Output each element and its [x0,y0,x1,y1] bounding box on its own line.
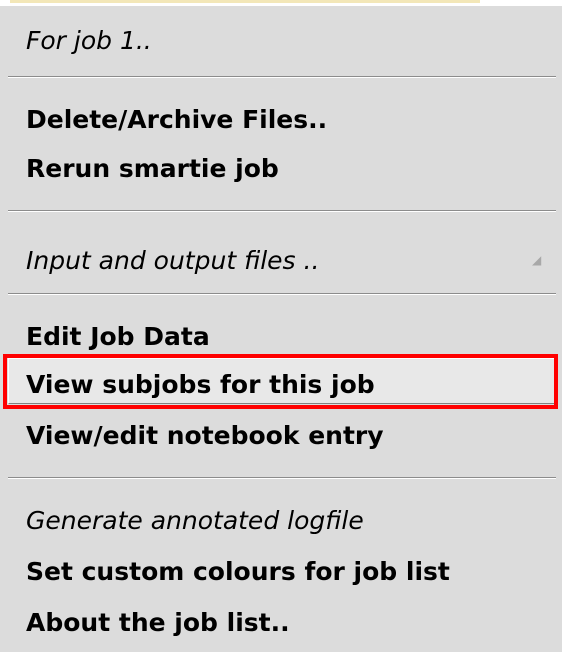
menu-separator [8,477,556,479]
menu-item-for-job: For job 1.. [26,26,152,55]
menu-item-edit-job-data[interactable]: Edit Job Data [26,312,210,362]
menu-separator [8,293,556,295]
menu-item-view-edit-notebook-entry[interactable]: View/edit notebook entry [26,411,384,461]
top-strip-accent [10,0,480,3]
top-strip [0,0,562,6]
menu-item-rerun-smartie-job[interactable]: Rerun smartie job [26,144,279,194]
menu-item-set-custom-colours[interactable]: Set custom colours for job list [26,547,450,597]
menu-item-about-job-list[interactable]: About the job list.. [26,598,290,648]
menu-item-view-subjobs[interactable]: View subjobs for this job [26,360,375,410]
menu-separator [8,210,556,212]
context-menu: For job 1.. Delete/Archive Files.. Rerun… [0,0,562,652]
menu-separator [8,76,556,78]
menu-item-delete-archive-files[interactable]: Delete/Archive Files.. [26,95,327,145]
menu-item-input-output-files[interactable]: Input and output files .. [26,236,319,286]
menu-item-generate-annotated-logfile[interactable]: Generate annotated logfile [26,496,364,546]
submenu-arrow-icon: ◢ [532,253,542,267]
